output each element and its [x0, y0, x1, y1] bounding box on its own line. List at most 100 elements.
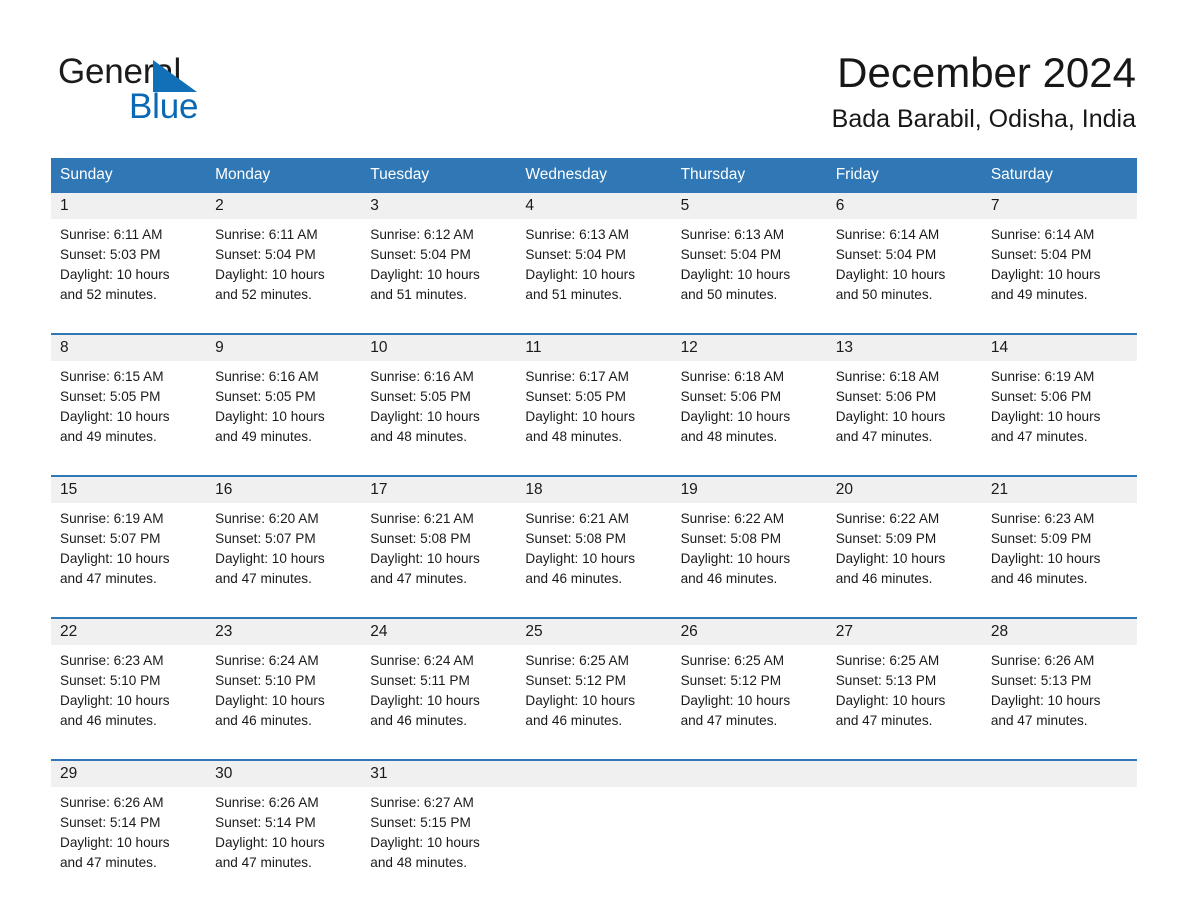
day-cell[interactable]: Sunrise: 6:13 AM Sunset: 5:04 PM Daylight:… [516, 219, 672, 334]
day-cell[interactable]: Sunrise: 6:16 AM Sunset: 5:05 PM Daylight:… [361, 361, 517, 476]
day-cell[interactable]: Sunrise: 6:26 AM Sunset: 5:14 PM Daylight:… [51, 787, 207, 901]
day-daylight-line1-text: Daylight: 10 hours [60, 267, 170, 282]
day-cell[interactable]: Sunrise: 6:18 AM Sunset: 5:06 PM Daylight:… [671, 361, 827, 476]
day-daylight-line1-text: Daylight: 10 hours [215, 693, 325, 708]
weekday-header-monday: Monday [206, 158, 362, 193]
day-number[interactable]: 3 [361, 193, 517, 219]
day-number[interactable]: 8 [51, 333, 207, 361]
day-cell[interactable]: Sunrise: 6:22 AM Sunset: 5:09 PM Daylight:… [826, 503, 982, 618]
day-number[interactable]: 12 [671, 333, 827, 361]
day-number[interactable]: 29 [51, 759, 207, 787]
day-number[interactable]: 16 [206, 475, 362, 503]
day-cell[interactable]: Sunrise: 6:12 AM Sunset: 5:04 PM Daylight:… [361, 219, 517, 334]
day-sunset-text: Sunset: 5:13 PM [835, 673, 937, 688]
day-sunset-text: Sunset: 5:04 PM [370, 247, 471, 262]
day-cell[interactable]: Sunrise: 6:18 AM Sunset: 5:06 PM Daylight:… [826, 361, 982, 476]
day-sunrise-text: Sunrise: 6:17 AM [525, 369, 629, 384]
calendar-page: General Blue December 2024 Bada Barabil,… [0, 0, 1188, 918]
day-cell[interactable]: Sunrise: 6:27 AM Sunset: 5:15 PM Daylight:… [361, 787, 517, 901]
day-sunrise-text: Sunrise: 6:27 AM [370, 795, 474, 810]
day-cell[interactable]: Sunrise: 6:25 AM Sunset: 5:12 PM Daylight:… [516, 645, 672, 760]
day-daylight-line2-text: and 47 minutes. [835, 429, 933, 444]
day-sunset-text: Sunset: 5:04 PM [680, 247, 782, 262]
day-number[interactable]: 19 [671, 475, 827, 503]
day-daylight-line1-text: Daylight: 10 hours [525, 693, 635, 708]
day-number[interactable]: 30 [206, 759, 362, 787]
day-cell[interactable]: Sunrise: 6:14 AM Sunset: 5:04 PM Daylight:… [826, 219, 982, 334]
day-number[interactable]: 17 [361, 475, 517, 503]
day-cell[interactable]: Sunrise: 6:15 AM Sunset: 5:05 PM Daylight:… [51, 361, 207, 476]
day-number[interactable]: 28 [981, 617, 1137, 645]
day-daylight-line2-text: and 47 minutes. [215, 855, 312, 870]
day-cell[interactable]: Sunrise: 6:19 AM Sunset: 5:07 PM Daylight:… [51, 503, 207, 618]
day-number[interactable]: 31 [361, 759, 517, 787]
page-header: General Blue December 2024 Bada Barabil,… [0, 0, 1188, 150]
day-cell[interactable]: Sunrise: 6:14 AM Sunset: 5:04 PM Daylight:… [981, 219, 1137, 334]
day-number[interactable]: 24 [361, 617, 517, 645]
day-daylight-line2-text: and 47 minutes. [680, 713, 778, 728]
day-number[interactable]: 27 [826, 617, 982, 645]
day-number[interactable]: 7 [981, 193, 1137, 219]
day-cell[interactable]: Sunrise: 6:21 AM Sunset: 5:08 PM Daylight:… [516, 503, 672, 618]
day-cell[interactable]: Sunrise: 6:17 AM Sunset: 5:05 PM Daylight:… [516, 361, 672, 476]
day-cell-empty [826, 787, 982, 901]
day-sunrise-text: Sunrise: 6:25 AM [525, 653, 629, 668]
day-daylight-line2-text: and 52 minutes. [215, 287, 312, 302]
day-sunset-text: Sunset: 5:04 PM [990, 247, 1092, 262]
day-number[interactable]: 5 [671, 193, 827, 219]
day-cell[interactable]: Sunrise: 6:20 AM Sunset: 5:07 PM Daylight:… [206, 503, 362, 618]
day-cell[interactable]: Sunrise: 6:24 AM Sunset: 5:11 PM Daylight:… [361, 645, 517, 760]
day-number[interactable]: 22 [51, 617, 207, 645]
day-number[interactable]: 18 [516, 475, 672, 503]
day-number[interactable]: 9 [206, 333, 362, 361]
day-sunset-text: Sunset: 5:12 PM [525, 673, 626, 688]
day-cell[interactable]: Sunrise: 6:22 AM Sunset: 5:08 PM Daylight:… [671, 503, 827, 618]
day-number[interactable]: 14 [981, 333, 1137, 361]
day-number[interactable]: 10 [361, 333, 517, 361]
day-number[interactable]: 23 [206, 617, 362, 645]
day-cell[interactable]: Sunrise: 6:23 AM Sunset: 5:10 PM Daylight:… [51, 645, 207, 760]
day-number[interactable]: 25 [516, 617, 672, 645]
day-daylight-line1-text: Daylight: 10 hours [215, 551, 325, 566]
day-cell[interactable]: Sunrise: 6:13 AM Sunset: 5:04 PM Daylight:… [671, 219, 827, 334]
day-cell[interactable]: Sunrise: 6:23 AM Sunset: 5:09 PM Daylight:… [981, 503, 1137, 618]
day-number[interactable]: 11 [516, 333, 672, 361]
day-daylight-line2-text: and 49 minutes. [990, 287, 1088, 302]
day-daylight-line2-text: and 46 minutes. [60, 713, 157, 728]
day-cell[interactable]: Sunrise: 6:26 AM Sunset: 5:14 PM Daylight:… [206, 787, 362, 901]
day-daylight-line2-text: and 49 minutes. [215, 429, 312, 444]
day-number[interactable]: 4 [516, 193, 672, 219]
day-sunrise-text: Sunrise: 6:21 AM [525, 511, 629, 526]
week-daynumber-row: 22 23 24 25 26 27 28 [51, 617, 1137, 645]
day-cell[interactable]: Sunrise: 6:24 AM Sunset: 5:10 PM Daylight:… [206, 645, 362, 760]
day-daylight-line1-text: Daylight: 10 hours [215, 267, 325, 282]
week-daynumber-row: 15 16 17 18 19 20 21 [51, 475, 1137, 503]
day-sunrise-text: Sunrise: 6:18 AM [680, 369, 785, 384]
day-cell[interactable]: Sunrise: 6:11 AM Sunset: 5:03 PM Daylight:… [51, 219, 207, 334]
day-number[interactable]: 21 [981, 475, 1137, 503]
day-cell[interactable]: Sunrise: 6:25 AM Sunset: 5:12 PM Daylight:… [671, 645, 827, 760]
day-sunset-text: Sunset: 5:07 PM [215, 531, 316, 546]
day-number[interactable]: 2 [206, 193, 362, 219]
general-blue-logo[interactable]: General Blue [58, 52, 318, 132]
day-number[interactable]: 15 [51, 475, 207, 503]
day-sunset-text: Sunset: 5:14 PM [215, 815, 316, 830]
day-cell[interactable]: Sunrise: 6:26 AM Sunset: 5:13 PM Daylight:… [981, 645, 1137, 760]
day-sunset-text: Sunset: 5:06 PM [835, 389, 937, 404]
day-cell[interactable]: Sunrise: 6:21 AM Sunset: 5:08 PM Daylight:… [361, 503, 517, 618]
day-sunset-text: Sunset: 5:07 PM [60, 531, 161, 546]
day-number[interactable]: 20 [826, 475, 982, 503]
location-subtitle: Bada Barabil, Odisha, India [831, 105, 1136, 133]
day-number[interactable]: 6 [826, 193, 982, 219]
day-cell[interactable]: Sunrise: 6:25 AM Sunset: 5:13 PM Daylight:… [826, 645, 982, 760]
day-cell[interactable]: Sunrise: 6:19 AM Sunset: 5:06 PM Daylight:… [981, 361, 1137, 476]
day-number[interactable]: 13 [826, 333, 982, 361]
day-daylight-line2-text: and 47 minutes. [835, 713, 933, 728]
day-cell[interactable]: Sunrise: 6:11 AM Sunset: 5:04 PM Daylight:… [206, 219, 362, 334]
day-number[interactable]: 26 [671, 617, 827, 645]
day-sunrise-text: Sunrise: 6:11 AM [215, 227, 318, 242]
day-number[interactable]: 1 [51, 193, 207, 219]
empty-placeholder [525, 793, 663, 879]
day-cell[interactable]: Sunrise: 6:16 AM Sunset: 5:05 PM Daylight:… [206, 361, 362, 476]
day-sunrise-text: Sunrise: 6:13 AM [525, 227, 629, 242]
